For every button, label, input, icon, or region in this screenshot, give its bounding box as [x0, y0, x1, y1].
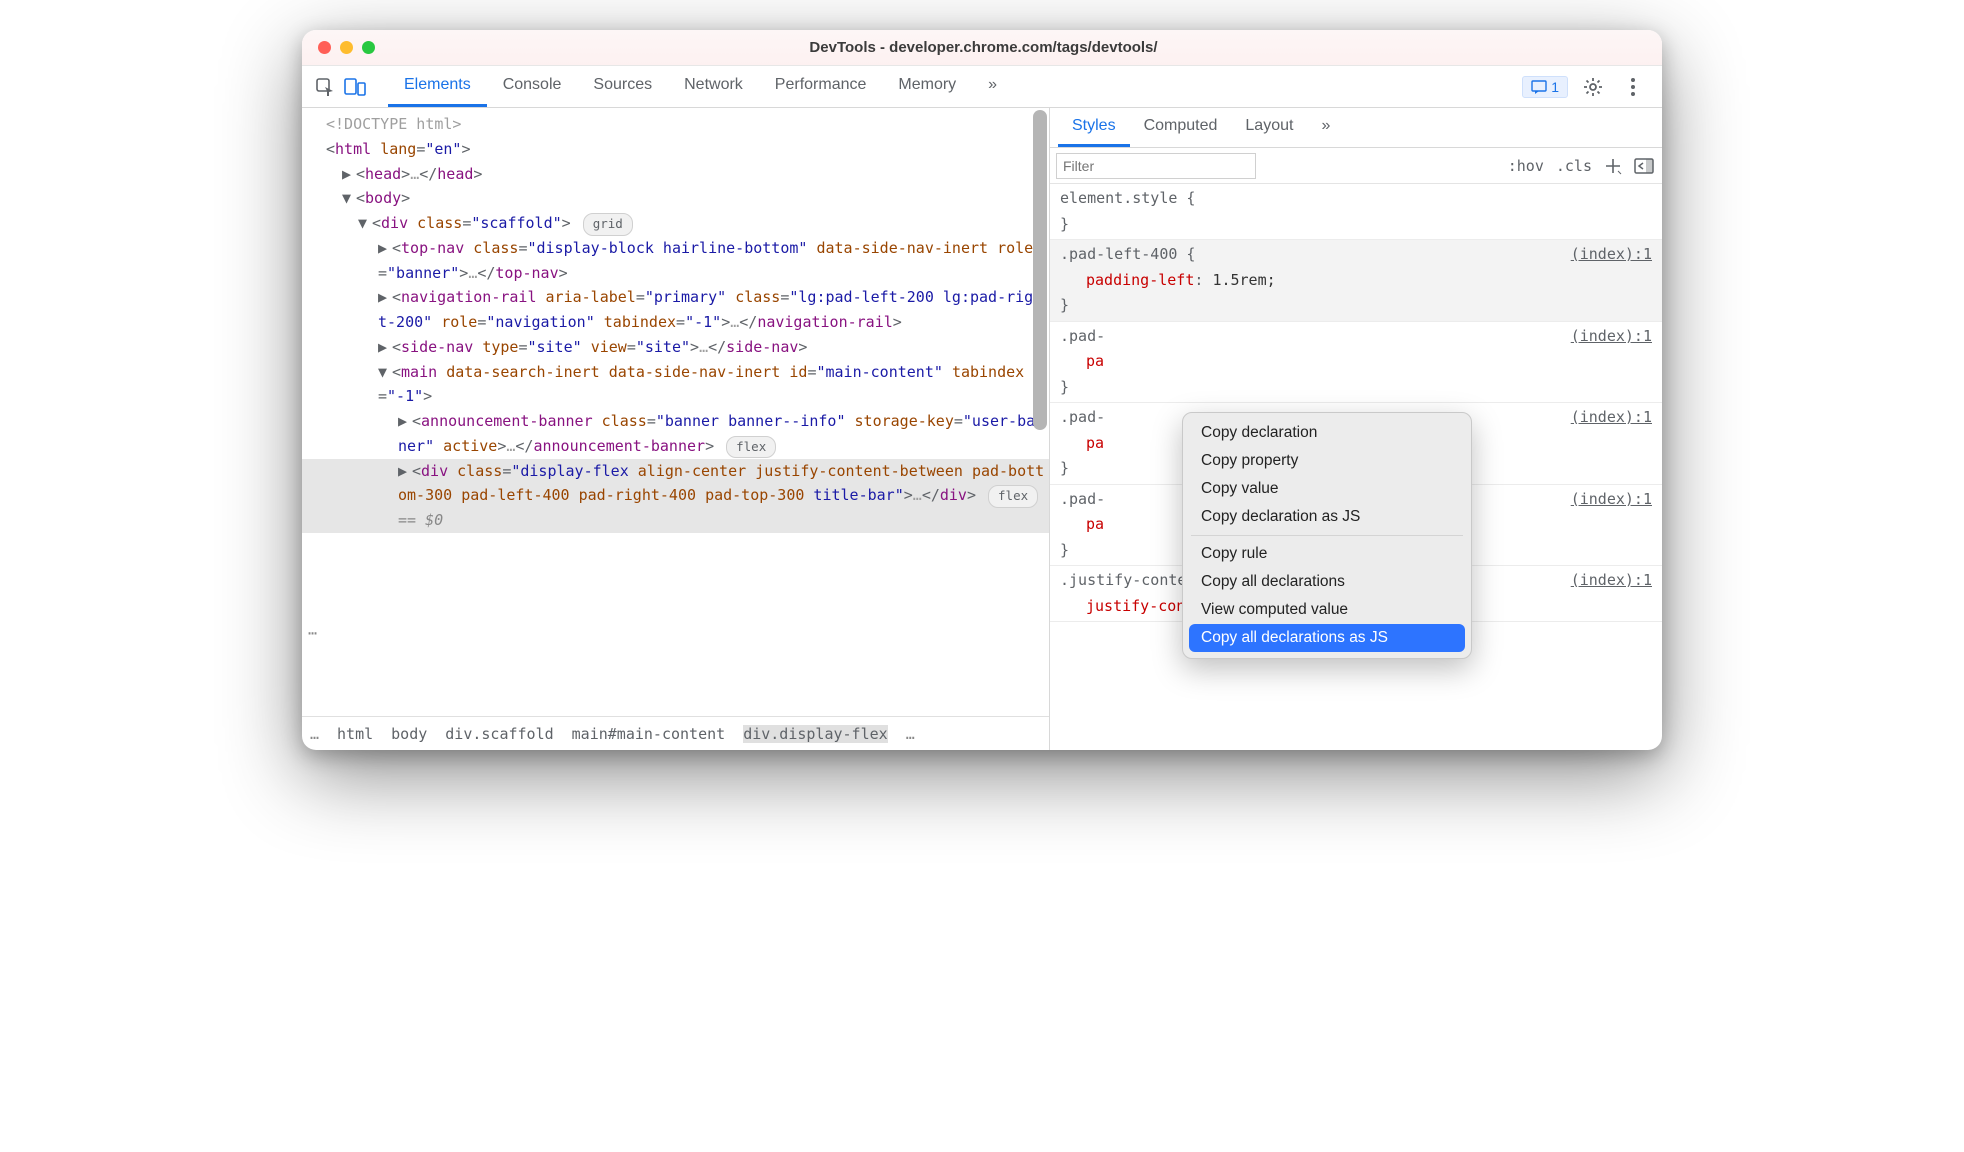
sidebar-toggle-icon[interactable] — [1634, 158, 1654, 174]
elements-panel: <!DOCTYPE html><html lang="en">▶<head>…<… — [302, 108, 1050, 750]
close-dot[interactable] — [318, 41, 331, 54]
ctx-item[interactable]: Copy declaration as JS — [1189, 503, 1465, 531]
traffic-lights — [302, 41, 375, 54]
hov-toggle[interactable]: :hov — [1508, 157, 1544, 175]
filter-input[interactable] — [1056, 153, 1256, 179]
crumb-body[interactable]: body — [391, 725, 427, 743]
tab-elements[interactable]: Elements — [388, 66, 487, 107]
ctx-item[interactable]: Copy all declarations as JS — [1189, 624, 1465, 652]
cls-toggle[interactable]: .cls — [1556, 157, 1592, 175]
stab-styles[interactable]: Styles — [1058, 108, 1130, 147]
crumb-right-overflow[interactable]: … — [906, 725, 915, 743]
tab-sources[interactable]: Sources — [577, 66, 668, 107]
window-title: DevTools - developer.chrome.com/tags/dev… — [375, 39, 1662, 56]
tab-memory[interactable]: Memory — [882, 66, 972, 107]
ctx-item[interactable]: Copy declaration — [1189, 419, 1465, 447]
filter-row: :hov .cls — [1050, 148, 1662, 184]
gutter-menu-icon[interactable]: ⋯ — [308, 624, 317, 642]
main-toolbar: Elements Console Sources Network Perform… — [302, 66, 1662, 108]
tab-network[interactable]: Network — [668, 66, 759, 107]
tab-performance[interactable]: Performance — [759, 66, 883, 107]
devtools-window: DevTools - developer.chrome.com/tags/dev… — [302, 30, 1662, 750]
ctx-item[interactable]: Copy property — [1189, 447, 1465, 475]
issues-badge[interactable]: 1 — [1522, 76, 1568, 98]
issues-count: 1 — [1551, 79, 1559, 95]
crumb-selected[interactable]: div.display-flex — [743, 725, 888, 743]
ctx-item[interactable]: Copy value — [1189, 475, 1465, 503]
stab-computed[interactable]: Computed — [1130, 108, 1232, 147]
breadcrumb: … html body div.scaffold main#main-conte… — [302, 716, 1049, 750]
device-toggle-icon[interactable] — [340, 72, 370, 102]
dom-tree[interactable]: <!DOCTYPE html><html lang="en">▶<head>…<… — [302, 108, 1049, 533]
scrollbar[interactable] — [1033, 110, 1047, 656]
new-rule-icon[interactable] — [1604, 157, 1622, 175]
zoom-dot[interactable] — [362, 41, 375, 54]
context-menu: Copy declarationCopy propertyCopy valueC… — [1182, 412, 1472, 659]
stab-more[interactable]: » — [1307, 108, 1344, 147]
crumb-scaffold[interactable]: div.scaffold — [445, 725, 553, 743]
titlebar: DevTools - developer.chrome.com/tags/dev… — [302, 30, 1662, 66]
ctx-item[interactable]: View computed value — [1189, 596, 1465, 624]
panel-tabs: Elements Console Sources Network Perform… — [388, 66, 1522, 107]
tab-more[interactable]: » — [972, 66, 1013, 107]
crumb-html[interactable]: html — [337, 725, 373, 743]
ctx-item[interactable]: Copy rule — [1189, 540, 1465, 568]
stab-layout[interactable]: Layout — [1231, 108, 1307, 147]
kebab-icon[interactable] — [1618, 72, 1648, 102]
tab-console[interactable]: Console — [487, 66, 578, 107]
ctx-item[interactable]: Copy all declarations — [1189, 568, 1465, 596]
styles-tabs: Styles Computed Layout » — [1050, 108, 1662, 148]
crumb-left-overflow[interactable]: … — [310, 725, 319, 743]
minimize-dot[interactable] — [340, 41, 353, 54]
crumb-main[interactable]: main#main-content — [572, 725, 726, 743]
gear-icon[interactable] — [1578, 72, 1608, 102]
inspect-icon[interactable] — [310, 72, 340, 102]
toolbar-right: 1 — [1522, 72, 1654, 102]
